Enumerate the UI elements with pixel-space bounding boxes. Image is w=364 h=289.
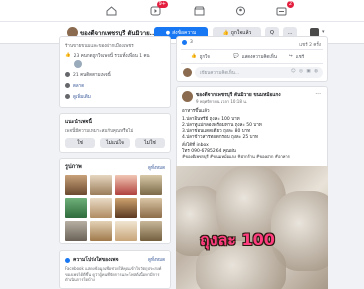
follow-icon bbox=[65, 72, 70, 77]
suggest-card: แนะนำเพจนี้ เพจนี้มีความเหมาะสมกับคุณหรื… bbox=[59, 113, 171, 153]
post-text-line: 4.ปลาข้าวสารทอดกรอบ ถุงละ 25 บาท bbox=[182, 135, 259, 140]
photo-thumbnail[interactable] bbox=[140, 221, 162, 241]
photo-thumbnail[interactable] bbox=[65, 198, 87, 218]
info-icon bbox=[65, 257, 70, 263]
suggest-question: เพจนี้มีความเหมาะสมกับคุณหรือไม่ bbox=[65, 129, 134, 134]
photo-thumbnail[interactable] bbox=[65, 175, 87, 195]
like-reaction-icon bbox=[182, 40, 187, 45]
transparency-body: Facebook แสดงข้อมูลเพื่อช่วยให้คุณเข้าใจ… bbox=[65, 266, 162, 282]
post-hashtags[interactable]: #ของดีเพชรบุรี #ขนมหม้อแกง #ฝากร้าน #ของ… bbox=[182, 154, 324, 166]
transparency-see-all-link[interactable]: ดูทั้งหมด bbox=[148, 256, 165, 263]
suggest-not-sure-label: ไม่แน่ใจ bbox=[106, 140, 124, 146]
reaction-count: 3 bbox=[190, 40, 193, 45]
likes-row: 👍 23 คนกดถูกใจเพจนี้ รวมทั้งเพื่อน 1 คน bbox=[65, 52, 150, 59]
share-action-button[interactable]: ↪ แชร์ bbox=[289, 53, 304, 60]
post-card: 3 แชร์ 2 ครั้ง 👍 ถูกใจ 💬 แสดงความคิดเห็น ↪… bbox=[176, 36, 328, 82]
home-icon[interactable] bbox=[104, 5, 118, 17]
post-options-icon[interactable]: ··· bbox=[315, 91, 321, 98]
transparency-header: ความโปร่งใสของเพจ bbox=[65, 256, 119, 264]
likes-text: 23 คนกดถูกใจเพจนี้ รวมทั้งเพื่อน 1 คน bbox=[73, 54, 150, 59]
watch-icon[interactable]: 9+ bbox=[148, 1, 168, 17]
commenter-avatar bbox=[183, 68, 192, 77]
share-icon: ↪ bbox=[289, 54, 293, 59]
photo-thumbnail[interactable] bbox=[90, 221, 112, 241]
photo-thumbnail[interactable] bbox=[65, 221, 87, 241]
comment-placeholder: เขียนความคิดเห็น... bbox=[200, 71, 240, 76]
watch-badge: 9+ bbox=[156, 1, 168, 8]
comment-input[interactable]: เขียนความคิดเห็น... ☺ ◎ ▣ ◍ bbox=[195, 67, 323, 78]
suggest-not-sure-button[interactable]: ไม่แน่ใจ bbox=[100, 138, 130, 148]
photo-thumbnail[interactable] bbox=[115, 221, 137, 241]
transparency-title: ความโปร่งใสของเพจ bbox=[73, 257, 119, 263]
photo-thumbnail[interactable] bbox=[140, 198, 162, 218]
share-count[interactable]: แชร์ 2 ครั้ง bbox=[299, 41, 321, 48]
follows-row: 21 คนติดตามเพจนี้ bbox=[65, 71, 111, 78]
category-link[interactable]: ตลาด bbox=[73, 82, 84, 89]
thumb-up-icon: 👍 bbox=[191, 54, 197, 59]
suggest-yes-button[interactable]: ใช่ bbox=[65, 138, 95, 148]
like-action-label: ถูกใจ bbox=[199, 55, 210, 60]
page-transparency-card: ความโปร่งใสของเพจ ดูทั้งหมด Facebook แสด… bbox=[59, 250, 171, 289]
comment-action-label: แสดงความคิดเห็น bbox=[241, 55, 277, 60]
top-nav-bar: 9+ 2 bbox=[0, 0, 364, 22]
photos-see-all-link[interactable]: ดูทั้งหมด bbox=[148, 164, 165, 171]
photo-thumbnail[interactable] bbox=[115, 198, 137, 218]
photo-thumbnail[interactable] bbox=[140, 175, 162, 195]
share-action-label: แชร์ bbox=[295, 55, 305, 60]
info-icon bbox=[65, 94, 70, 99]
facebook-page: 9+ 2 ของดีจากเพชรบุรี ตันมิวาย... ● ส่งข้… bbox=[0, 0, 364, 289]
post-timestamp[interactable]: 9 พฤศจิกายน เวลา 10:18 น. bbox=[196, 98, 247, 105]
suggest-title: แนะนำเพจนี้ bbox=[65, 119, 92, 125]
gaming-icon[interactable]: 2 bbox=[274, 1, 294, 17]
author-avatar[interactable] bbox=[182, 91, 193, 102]
gaming-badge: 2 bbox=[286, 1, 294, 8]
suggest-no-label: ไม่ใช่ bbox=[144, 140, 156, 146]
chevron-down-icon[interactable]: ▾ bbox=[322, 29, 325, 35]
suggest-no-button[interactable]: ไม่ใช่ bbox=[135, 138, 165, 148]
category-row: ตลาด bbox=[65, 82, 84, 89]
reactions-summary[interactable]: 3 bbox=[182, 40, 193, 45]
thumb-up-icon: 👍 bbox=[65, 53, 71, 58]
emoji-icons[interactable]: ☺ ◎ ▣ ◍ bbox=[291, 69, 319, 74]
friend-avatar[interactable] bbox=[74, 60, 82, 68]
post-text-line: โทร 090-6785264 คุณฝน bbox=[182, 149, 236, 154]
see-more-row: ดูเพิ่มเติม bbox=[65, 93, 91, 100]
divider bbox=[181, 63, 323, 64]
groups-icon[interactable] bbox=[233, 5, 247, 17]
comment-action-button[interactable]: 💬 แสดงความคิดเห็น bbox=[233, 53, 277, 60]
marketplace-icon[interactable] bbox=[192, 5, 206, 17]
follows-text: 21 คนติดตามเพจนี้ bbox=[73, 73, 111, 78]
comment-icon: 💬 bbox=[233, 54, 239, 59]
photos-card: รูปภาพ ดูทั้งหมด bbox=[59, 158, 171, 244]
image-price-caption: ถุงละ 100 bbox=[200, 230, 275, 249]
see-more-link[interactable]: ดูเพิ่มเติม bbox=[73, 93, 91, 100]
tag-icon bbox=[65, 83, 70, 88]
like-action-button[interactable]: 👍 ถูกใจ bbox=[191, 53, 210, 60]
post-text-line: อาหารขึ้นแล้ว bbox=[182, 109, 210, 114]
divider bbox=[181, 49, 323, 50]
photos-title: รูปภาพ bbox=[65, 164, 82, 170]
intro-card: ร้านขายขนมและของฝากเมืองเพชร 👍 23 คนกดถู… bbox=[59, 36, 171, 108]
suggest-yes-label: ใช่ bbox=[77, 140, 83, 146]
photo-thumbnail[interactable] bbox=[90, 198, 112, 218]
photo-thumbnail[interactable] bbox=[115, 175, 137, 195]
page-tagline: ร้านขายขนมและของฝากเมืองเพชร bbox=[65, 44, 134, 49]
photo-thumbnail[interactable] bbox=[90, 175, 112, 195]
